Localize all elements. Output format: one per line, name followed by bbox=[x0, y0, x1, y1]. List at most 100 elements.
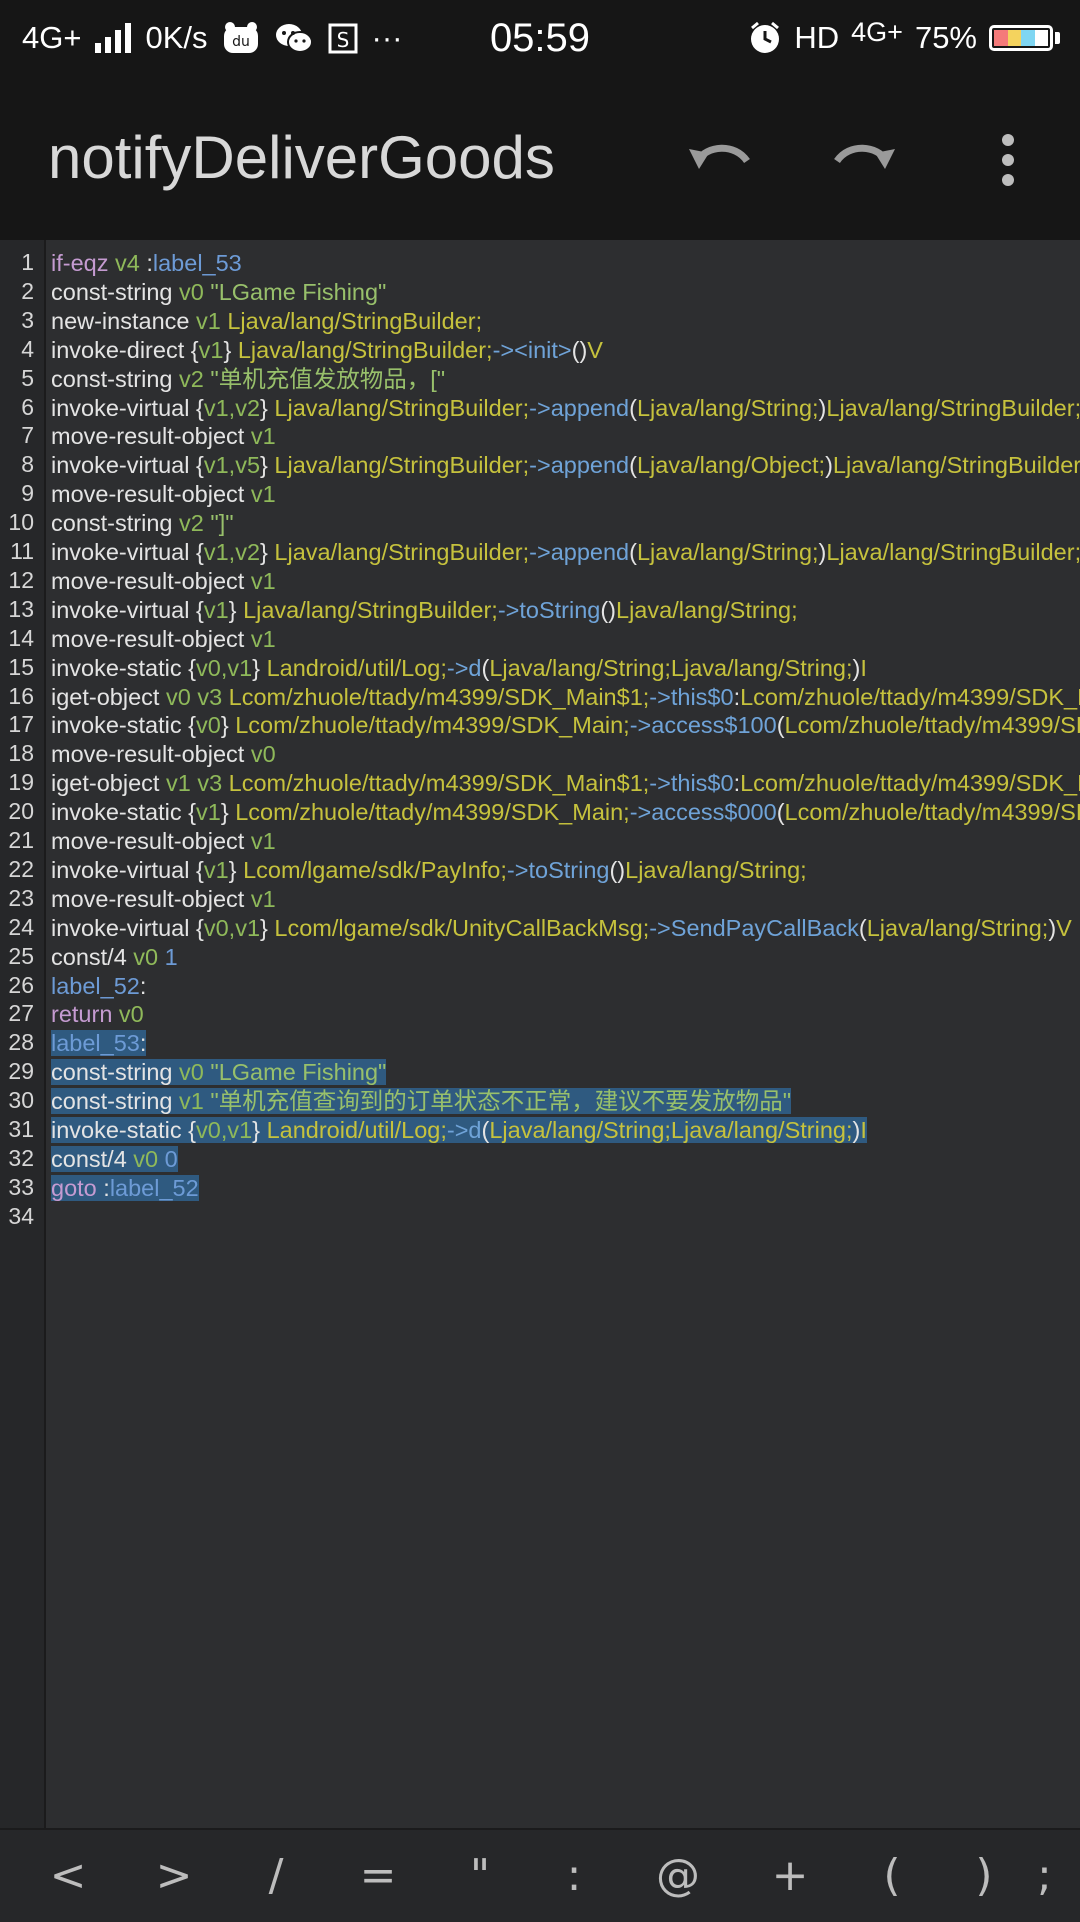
code-line[interactable]: return v0 bbox=[51, 1000, 144, 1028]
code-token: ->toString bbox=[497, 596, 601, 623]
code-line[interactable]: invoke-virtual {v1} Ljava/lang/StringBui… bbox=[51, 596, 798, 624]
symbol-key[interactable]: + bbox=[745, 1830, 835, 1922]
code-line[interactable]: move-result-object v0 bbox=[51, 740, 276, 768]
code-line[interactable]: invoke-virtual {v1,v2} Ljava/lang/String… bbox=[51, 538, 1080, 566]
code-editor[interactable]: 1 2 3 4 5 6 7 8 9 10 11 12 13 14 15 16 17 18 19 20 21 22 23 24 2… bbox=[0, 240, 1080, 1828]
code-line[interactable]: move-result-object v1 bbox=[51, 480, 276, 508]
code-line[interactable]: invoke-virtual {v1,v2} Ljava/lang/String… bbox=[51, 394, 1080, 422]
line-number: 10 bbox=[8, 509, 34, 536]
code-token: } bbox=[260, 394, 275, 421]
page-title: notifyDeliverGoods bbox=[48, 124, 555, 191]
code-token: { bbox=[188, 654, 196, 681]
symbol-key[interactable]: ) bbox=[939, 1830, 1029, 1922]
code-line[interactable]: iget-object v0 v3 Lcom/zhuole/ttady/m439… bbox=[51, 683, 1080, 711]
code-token: move-result-object bbox=[51, 481, 251, 508]
code-token: ->this$0 bbox=[649, 770, 734, 797]
symbol-key[interactable]: / bbox=[231, 1830, 321, 1922]
code-token: if-eqz bbox=[51, 250, 109, 276]
code-token: goto bbox=[51, 1174, 97, 1201]
code-token: Ljava/lang/StringBuilder; bbox=[243, 596, 498, 623]
symbol-key[interactable]: = bbox=[333, 1830, 423, 1922]
code-line[interactable]: const-string v1 "单机充值查询到的订单状态不正常，建议不要发放物… bbox=[51, 1087, 792, 1115]
code-line[interactable]: invoke-static {v1} Lcom/zhuole/ttady/m43… bbox=[51, 798, 1080, 826]
code-line[interactable]: const-string v2 "单机充值发放物品，[" bbox=[51, 365, 445, 393]
code-token: label_53 bbox=[152, 250, 242, 276]
code-token: invoke-virtual bbox=[51, 394, 196, 421]
status-right: HD 4G+ 75% bbox=[748, 0, 1060, 76]
undo-button[interactable] bbox=[682, 122, 758, 198]
line-number: 28 bbox=[8, 1029, 34, 1056]
symbol-key[interactable]: @ bbox=[633, 1830, 723, 1922]
symbol-key[interactable]: " bbox=[435, 1830, 525, 1922]
symbol-key[interactable]: : bbox=[529, 1830, 619, 1922]
more-options-button[interactable] bbox=[970, 122, 1046, 198]
code-token: Ljava/lang/String; bbox=[616, 596, 798, 623]
symbol-key[interactable]: > bbox=[129, 1830, 219, 1922]
code-token: { bbox=[195, 856, 204, 883]
code-token: move-result-object bbox=[51, 567, 251, 594]
code-token: v2 bbox=[179, 365, 204, 392]
code-line[interactable]: invoke-static {v0,v1} Landroid/util/Log;… bbox=[51, 654, 867, 682]
code-line[interactable]: move-result-object v1 bbox=[51, 567, 276, 595]
code-token: v1 bbox=[179, 1088, 204, 1115]
code-line[interactable]: move-result-object v1 bbox=[51, 422, 276, 450]
code-token: Lcom/zhuole/ttady/m4399/SDK_Main; bbox=[740, 770, 1080, 797]
code-token: } bbox=[252, 1117, 267, 1143]
code-token: : bbox=[139, 972, 147, 999]
code-line[interactable]: const-string v2 "]" bbox=[51, 509, 234, 537]
code-line[interactable]: if-eqz v4 :label_53 bbox=[51, 249, 242, 277]
code-token: iget-object bbox=[51, 770, 166, 797]
code-token: "LGame Fishing" bbox=[210, 278, 387, 305]
symbol-key[interactable]: < bbox=[23, 1830, 113, 1922]
code-line[interactable]: invoke-static {v0,v1} Landroid/util/Log;… bbox=[51, 1116, 867, 1144]
symbol-key[interactable]: ( bbox=[847, 1830, 937, 1922]
code-line[interactable]: iget-object v1 v3 Lcom/zhuole/ttady/m439… bbox=[51, 769, 1080, 797]
code-token: invoke-static bbox=[51, 1117, 189, 1143]
code-token: v1,v5 bbox=[203, 452, 261, 479]
code-line[interactable]: invoke-static {v0} Lcom/zhuole/ttady/m43… bbox=[51, 711, 1080, 739]
code-token: ( bbox=[629, 452, 637, 479]
code-line[interactable]: invoke-direct {v1} Ljava/lang/StringBuil… bbox=[51, 336, 603, 364]
code-token: } bbox=[223, 336, 238, 363]
code-token: ( bbox=[776, 799, 785, 826]
code-line[interactable]: move-result-object v1 bbox=[51, 827, 276, 855]
line-number: 19 bbox=[8, 769, 34, 796]
symbol-key[interactable]: ; bbox=[1037, 1830, 1080, 1922]
code-token: v1,v2 bbox=[203, 539, 261, 565]
code-token: Ljava/lang/StringBuilder; bbox=[832, 452, 1080, 479]
code-token: "]" bbox=[210, 510, 234, 537]
code-line[interactable]: invoke-virtual {v1,v5} Ljava/lang/String… bbox=[51, 451, 1080, 479]
code-token: ->access$000 bbox=[629, 799, 777, 826]
code-token: Ljava/lang/String; bbox=[636, 539, 819, 565]
code-line[interactable]: label_53: bbox=[51, 1029, 147, 1057]
code-token: invoke-virtual bbox=[51, 539, 196, 565]
code-token: v1 bbox=[196, 799, 221, 826]
code-token: } bbox=[260, 914, 275, 941]
code-token: ->toString bbox=[506, 856, 610, 883]
code-line[interactable]: invoke-virtual {v1} Lcom/lgame/sdk/PayIn… bbox=[51, 856, 807, 884]
code-line[interactable]: const-string v0 "LGame Fishing" bbox=[51, 278, 386, 306]
code-line[interactable]: const-string v0 "LGame Fishing" bbox=[51, 1058, 387, 1086]
line-number: 15 bbox=[8, 653, 34, 680]
line-number: 3 bbox=[21, 306, 34, 333]
line-number: 12 bbox=[8, 566, 34, 593]
code-token: const-string bbox=[51, 1059, 179, 1086]
code-line[interactable]: const/4 v0 1 bbox=[51, 943, 178, 971]
code-token: Ljava/lang/StringBuilder; bbox=[237, 336, 493, 363]
code-token: const-string bbox=[51, 278, 179, 305]
code-token: v1 bbox=[203, 856, 229, 883]
code-line[interactable]: const/4 v0 0 bbox=[51, 1145, 178, 1173]
code-token: Ljava/lang/StringBuilder; bbox=[274, 394, 530, 421]
code-line[interactable]: label_52: bbox=[51, 972, 146, 1000]
code-line[interactable]: new-instance v1 Ljava/lang/StringBuilder… bbox=[51, 307, 482, 335]
line-number: 21 bbox=[8, 827, 34, 853]
code-line[interactable]: goto :label_52 bbox=[51, 1174, 199, 1202]
code-token: Ljava/lang/StringBuilder; bbox=[826, 394, 1080, 421]
code-line[interactable]: move-result-object v1 bbox=[51, 885, 276, 913]
redo-button[interactable] bbox=[826, 122, 902, 198]
code-token: ( bbox=[629, 394, 637, 421]
code-line[interactable]: move-result-object v1 bbox=[51, 625, 276, 653]
code-line[interactable]: invoke-virtual {v0,v1} Lcom/lgame/sdk/Un… bbox=[51, 914, 1072, 942]
code-token: ->this$0 bbox=[649, 683, 734, 710]
code-token: Lcom/lgame/sdk/PayInfo; bbox=[243, 856, 507, 883]
